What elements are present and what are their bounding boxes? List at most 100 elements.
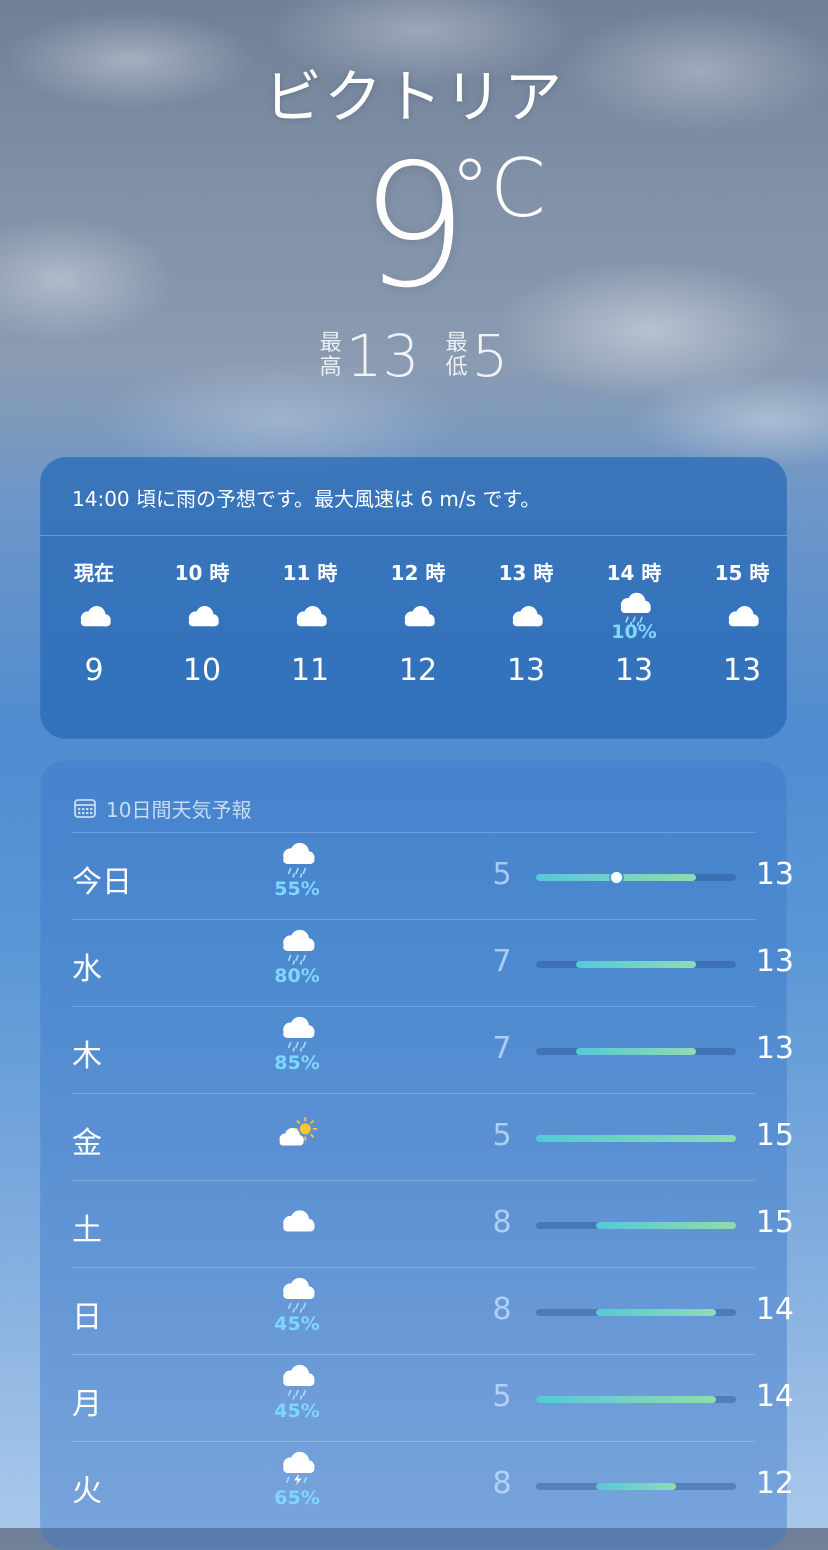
high-low: 最 高 13 最 低 5: [0, 322, 828, 390]
temp-range-bar: [536, 1048, 736, 1055]
cloud-icon: [512, 606, 543, 627]
temperature-unit: °C: [450, 142, 546, 235]
hour-time: 13 時: [498, 561, 554, 585]
cloud-rain-icon: [283, 929, 315, 965]
temp-range-fill: [576, 1048, 696, 1055]
day-label: 金: [72, 1126, 102, 1161]
daily-forecast-card[interactable]: 10日間天気予報 今日 55% 5 13 水 80% 7 13 木 85% 7 13 金 5 15 土 8 15 日…: [40, 760, 794, 1550]
day-label: 火: [72, 1474, 102, 1509]
cloud-rain-icon: [283, 1364, 315, 1400]
high-temp: 12: [755, 1466, 794, 1501]
hour-time: 15 時: [714, 561, 770, 585]
hour-time: 10 時: [174, 561, 230, 585]
hour-temp: 9: [84, 653, 104, 688]
temp-range-bar: [536, 961, 736, 968]
daily-row[interactable]: 日 45% 8 14: [72, 1267, 794, 1355]
hourly-list[interactable]: 現在 9 10 時 10 11 時 11 12 時 12 13 時 13 14 時 10% 13 15 時…: [40, 557, 787, 688]
temp-range-bar: [536, 1309, 736, 1316]
high-temp: 13: [755, 857, 794, 892]
day-label: 今日: [72, 865, 132, 900]
hour-temp: 11: [290, 653, 330, 688]
cloud-rain-icon: [283, 1016, 315, 1052]
high-temp: 最 高 13: [320, 322, 420, 390]
temp-range-bar: [536, 1135, 736, 1142]
high-temp: 15: [755, 1205, 794, 1240]
hour-temp: 13: [506, 653, 546, 688]
calendar-icon: [74, 799, 96, 818]
low-temp: 8: [492, 1292, 512, 1327]
high-temp: 14: [755, 1292, 794, 1327]
hour-temp: 13: [722, 653, 762, 688]
high-temp: 13: [755, 1031, 794, 1066]
cloud-icon: [296, 606, 327, 627]
precip-chance: 55%: [274, 877, 320, 900]
daily-row[interactable]: 火 65% 8 12: [72, 1441, 794, 1529]
cloud-rain-icon: [283, 842, 315, 878]
temp-range-bar: [536, 1483, 736, 1490]
low-value: 5: [471, 322, 509, 390]
hour-time: 11 時: [282, 561, 338, 585]
thunderstorm-icon: [283, 1451, 315, 1486]
cloud-rain-icon: [283, 1277, 315, 1313]
temp-range-fill: [576, 961, 696, 968]
low-temp: 最 低 5: [445, 322, 508, 390]
hour-column: 12 時 12: [364, 557, 472, 688]
day-label: 土: [72, 1213, 102, 1248]
precip-chance: 45%: [274, 1312, 320, 1335]
daily-row[interactable]: 今日 55% 5 13: [72, 832, 794, 920]
low-temp: 8: [492, 1466, 512, 1501]
daily-row[interactable]: 木 85% 7 13: [72, 1006, 794, 1094]
day-label: 木: [72, 1039, 102, 1074]
forecast-summary: 14:00 頃に雨の予想です。最大風速は 6 m/s です。: [40, 457, 787, 536]
low-temp: 5: [492, 1118, 512, 1153]
high-value: 13: [345, 322, 420, 390]
location-header: ビクトリア 9 °C 最 高 13 最 低 5: [0, 50, 828, 390]
hour-column: 15 時 13: [688, 557, 796, 688]
temp-range-fill: [596, 1309, 716, 1316]
low-temp: 5: [492, 857, 512, 892]
precip-chance: 10%: [611, 620, 657, 643]
temp-range-bar: [536, 1396, 736, 1403]
hourly-forecast-card[interactable]: 14:00 頃に雨の予想です。最大風速は 6 m/s です。 現在 9 10 時 10…: [40, 457, 787, 739]
partly-sunny-icon: [279, 1116, 318, 1146]
current-temp-marker: [610, 872, 622, 883]
hour-temp: 12: [398, 653, 438, 688]
hour-time: 12 時: [390, 561, 446, 585]
low-label-top: 最: [445, 331, 468, 356]
low-temp: 7: [492, 944, 512, 979]
cloud-icon: [188, 606, 219, 627]
precip-chance: 85%: [274, 1051, 320, 1074]
low-label-bottom: 低: [445, 355, 468, 380]
temp-range-fill: [596, 1483, 676, 1490]
hour-column: 11 時 11: [256, 557, 364, 688]
temp-range-bar: [536, 872, 736, 883]
current-temperature: 9 °C: [0, 142, 828, 312]
low-temp: 5: [492, 1379, 512, 1414]
precip-chance: 80%: [274, 964, 320, 987]
day-label: 日: [72, 1300, 102, 1335]
daily-row[interactable]: 水 80% 7 13: [72, 919, 794, 1007]
high-label-top: 最: [319, 331, 342, 356]
high-label-bottom: 高: [319, 355, 342, 380]
temp-range-fill: [596, 1222, 736, 1229]
daily-row[interactable]: 土 8 15: [72, 1180, 794, 1268]
hour-temp: 13: [614, 653, 654, 688]
low-temp: 7: [492, 1031, 512, 1066]
hour-temp: 10: [182, 653, 222, 688]
high-temp: 14: [755, 1379, 794, 1414]
city-name: ビクトリア: [263, 63, 564, 131]
hour-column: 10 時 10: [148, 557, 256, 688]
precip-chance: 45%: [274, 1399, 320, 1422]
hour-column: 現在 9: [40, 557, 148, 688]
hour-time: 現在: [74, 561, 114, 585]
daily-row[interactable]: 月 45% 5 14: [72, 1354, 794, 1442]
daily-title-text: 10日間天気予報: [106, 797, 252, 822]
hour-column: 13 時 13: [472, 557, 580, 688]
cloud-icon: [404, 606, 435, 627]
hour-column: 14 時 10% 13: [580, 557, 688, 688]
low-temp: 8: [492, 1205, 512, 1240]
day-label: 水: [72, 952, 102, 987]
daily-row[interactable]: 金 5 15: [72, 1093, 794, 1181]
daily-forecast-title: 10日間天気予報: [40, 760, 787, 832]
temp-range-fill: [536, 1135, 736, 1142]
